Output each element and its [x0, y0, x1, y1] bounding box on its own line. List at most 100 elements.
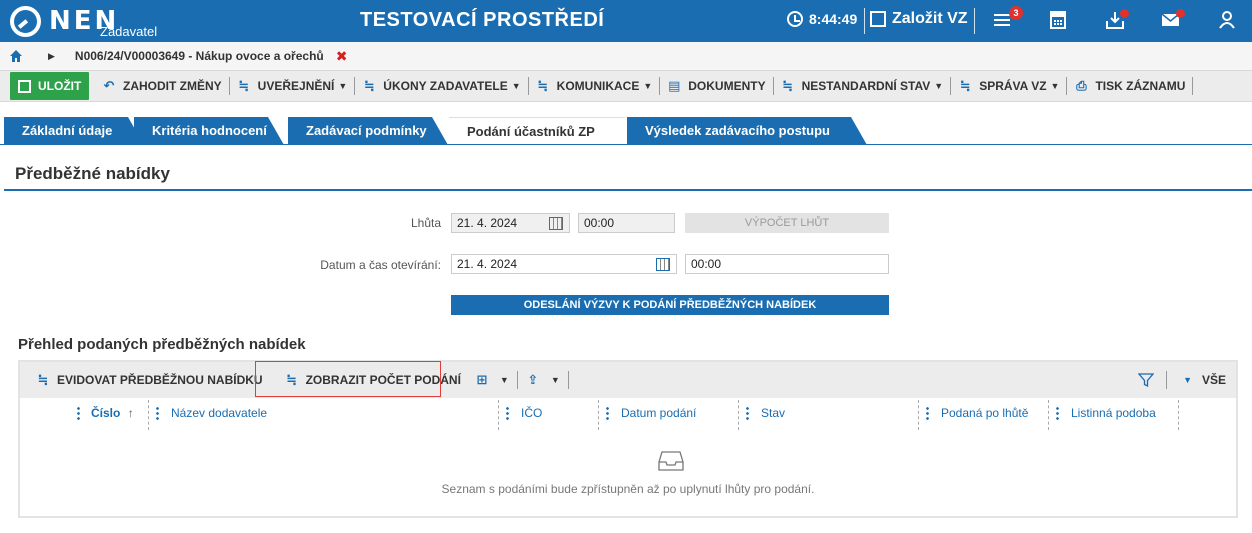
highlight-box: [255, 361, 441, 397]
nonstandard-state-menu[interactable]: ≒ NESTANDARDNÍ STAV ▼: [774, 71, 951, 101]
caret-down-icon: ▼: [1050, 81, 1060, 91]
calculator-icon[interactable]: [1047, 9, 1069, 31]
column-header-status[interactable]: Stav: [761, 398, 785, 428]
discard-label: ZAHODIT ZMĚNY: [123, 79, 222, 93]
send-invitation-button[interactable]: ODESLÁNÍ VÝZVY K PODÁNÍ PŘEDBĚŽNÝCH NABÍ…: [451, 295, 889, 315]
filter-icon[interactable]: [1138, 372, 1155, 388]
column-header-paper-form[interactable]: Listinná podoba: [1071, 398, 1156, 428]
column-menu-icon[interactable]: [156, 406, 159, 420]
home-icon[interactable]: [10, 50, 22, 62]
publish-menu[interactable]: ≒ UVEŘEJNĚNÍ ▼: [230, 71, 355, 101]
calculate-deadlines-button[interactable]: VÝPOČET LHŮT: [685, 213, 889, 233]
opening-time-field[interactable]: 00:00: [685, 254, 889, 274]
list-action-icon: ≒: [959, 78, 971, 93]
deadline-date-field: 21. 4. 2024: [451, 213, 570, 233]
chevron-right-icon: ▶: [48, 50, 55, 61]
environment-title: TESTOVACÍ PROSTŘEDÍ: [360, 9, 605, 31]
list-action-icon: ≒: [782, 78, 794, 93]
save-button[interactable]: ULOŽIT: [10, 72, 89, 100]
register-preliminary-offer-button[interactable]: ≒ EVIDOVAT PŘEDBĚŽNOU NABÍDKU: [20, 362, 271, 398]
actions-label: ÚKONY ZADAVATELE: [383, 79, 508, 93]
print-label: TISK ZÁZNAMU: [1095, 79, 1186, 93]
print-record-button[interactable]: ⎙ TISK ZÁZNAMU: [1067, 71, 1192, 101]
session-clock: 8:44:49: [787, 11, 857, 27]
caret-down-icon: ▼: [643, 81, 653, 91]
column-menu-icon[interactable]: [506, 406, 509, 420]
opening-date-value: 21. 4. 2024: [457, 257, 518, 271]
caret-down-icon[interactable]: ▼: [1183, 375, 1192, 385]
column-menu-icon[interactable]: [1056, 406, 1059, 420]
all-filter-label[interactable]: VŠE: [1202, 373, 1226, 387]
main-toolbar: ULOŽIT ↶ ZAHODIT ZMĚNY ≒ UVEŘEJNĚNÍ ▼ ≒ …: [0, 70, 1252, 102]
list-action-icon: ≒: [238, 78, 250, 93]
column-menu-icon[interactable]: [746, 406, 749, 420]
section-title: Předběžné nabídky: [15, 164, 170, 183]
share-icon: ⇪: [527, 372, 539, 387]
communication-label: KOMUNIKACE: [556, 79, 640, 93]
floppy-icon: [18, 79, 31, 93]
top-bar: NEN Zadavatel TESTOVACÍ PROSTŘEDÍ 8:44:4…: [0, 0, 1252, 42]
documents-button[interactable]: ▤ DOKUMENTY: [660, 71, 772, 101]
discard-changes-button[interactable]: ↶ ZAHODIT ZMĚNY: [95, 71, 229, 101]
tab-basic-info[interactable]: Základní údaje: [4, 117, 144, 145]
column-number-label: Číslo: [91, 406, 121, 420]
opening-date-field[interactable]: 21. 4. 2024: [451, 254, 677, 274]
column-header-supplier[interactable]: Název dodavatele: [171, 398, 267, 428]
clock-icon: [787, 11, 803, 27]
edit-icon: [870, 11, 886, 27]
column-header-late-submission[interactable]: Podaná po lhůtě: [941, 398, 1028, 428]
create-vz-label: Založit VZ: [892, 10, 968, 27]
clock-time: 8:44:49: [809, 11, 858, 27]
column-divider: [148, 400, 149, 430]
column-divider: [1048, 400, 1049, 430]
deadline-date-value: 21. 4. 2024: [457, 216, 518, 230]
column-divider: [1178, 400, 1179, 430]
share-menu[interactable]: ⇪ ▼: [518, 362, 568, 398]
caret-down-icon: ▼: [550, 375, 560, 385]
communication-menu[interactable]: ≒ KOMUNIKACE ▼: [529, 71, 660, 101]
empty-state-message: Seznam s podáními bude zpřístupněn až po…: [441, 482, 815, 496]
breadcrumb: ▶ N006/24/V00003649 - Nákup ovoce a ořec…: [0, 42, 1252, 70]
calendar-icon[interactable]: [656, 258, 670, 271]
register-label: EVIDOVAT PŘEDBĚŽNOU NABÍDKU: [57, 373, 263, 387]
column-header-number[interactable]: Číslo ↑: [91, 398, 134, 428]
close-icon[interactable]: ✖: [336, 48, 348, 65]
tab-tender-conditions[interactable]: Zadávací podmínky: [288, 117, 448, 145]
tab-evaluation-criteria[interactable]: Kritéria hodnocení: [134, 117, 284, 145]
column-divider: [598, 400, 599, 430]
vz-admin-menu[interactable]: ≒ SPRÁVA VZ ▼: [951, 71, 1066, 101]
sort-ascending-icon: ↑: [127, 406, 134, 420]
logo-icon: [10, 5, 41, 37]
inbox-alert-dot: [1120, 9, 1129, 18]
submissions-grid: ≒ EVIDOVAT PŘEDBĚŽNOU NABÍDKU ≒ ZOBRAZIT…: [18, 360, 1238, 518]
column-divider: [918, 400, 919, 430]
create-vz-button[interactable]: Založit VZ: [870, 10, 968, 28]
column-menu-icon[interactable]: [606, 406, 609, 420]
opening-datetime-label: Datum a čas otevírání:: [320, 258, 441, 272]
actions-menu[interactable]: ≒ ÚKONY ZADAVATELE ▼: [355, 71, 527, 101]
section-divider: [4, 189, 1252, 191]
deadline-time-field: 00:00: [578, 213, 675, 233]
divider: [1166, 371, 1168, 389]
tab-participant-submissions[interactable]: Podání účastníků ZP: [449, 117, 625, 145]
column-header-submission-date[interactable]: Datum podání: [621, 398, 696, 428]
column-menu-icon[interactable]: [77, 406, 80, 420]
divider: [974, 8, 975, 34]
grid-export-menu[interactable]: ⊞ ▼: [469, 362, 517, 398]
mail-alert-dot: [1176, 9, 1185, 18]
user-icon[interactable]: [1216, 9, 1238, 31]
documents-label: DOKUMENTY: [688, 79, 766, 93]
divider: [567, 371, 569, 389]
list-action-icon: ≒: [363, 78, 375, 93]
grid-toolbar: ≒ EVIDOVAT PŘEDBĚŽNOU NABÍDKU ≒ ZOBRAZIT…: [20, 361, 1236, 398]
undo-icon: ↶: [103, 78, 115, 93]
list-action-icon: ≒: [37, 372, 49, 387]
admin-label: SPRÁVA VZ: [979, 79, 1047, 93]
publish-label: UVEŘEJNĚNÍ: [257, 79, 335, 93]
column-divider: [498, 400, 499, 430]
column-menu-icon[interactable]: [926, 406, 929, 420]
breadcrumb-current[interactable]: N006/24/V00003649 - Nákup ovoce a ořechů: [75, 49, 324, 63]
column-header-ico[interactable]: IČO: [521, 398, 542, 428]
tab-procedure-result[interactable]: Výsledek zadávacího postupu: [627, 117, 867, 145]
caret-down-icon: ▼: [499, 375, 509, 385]
